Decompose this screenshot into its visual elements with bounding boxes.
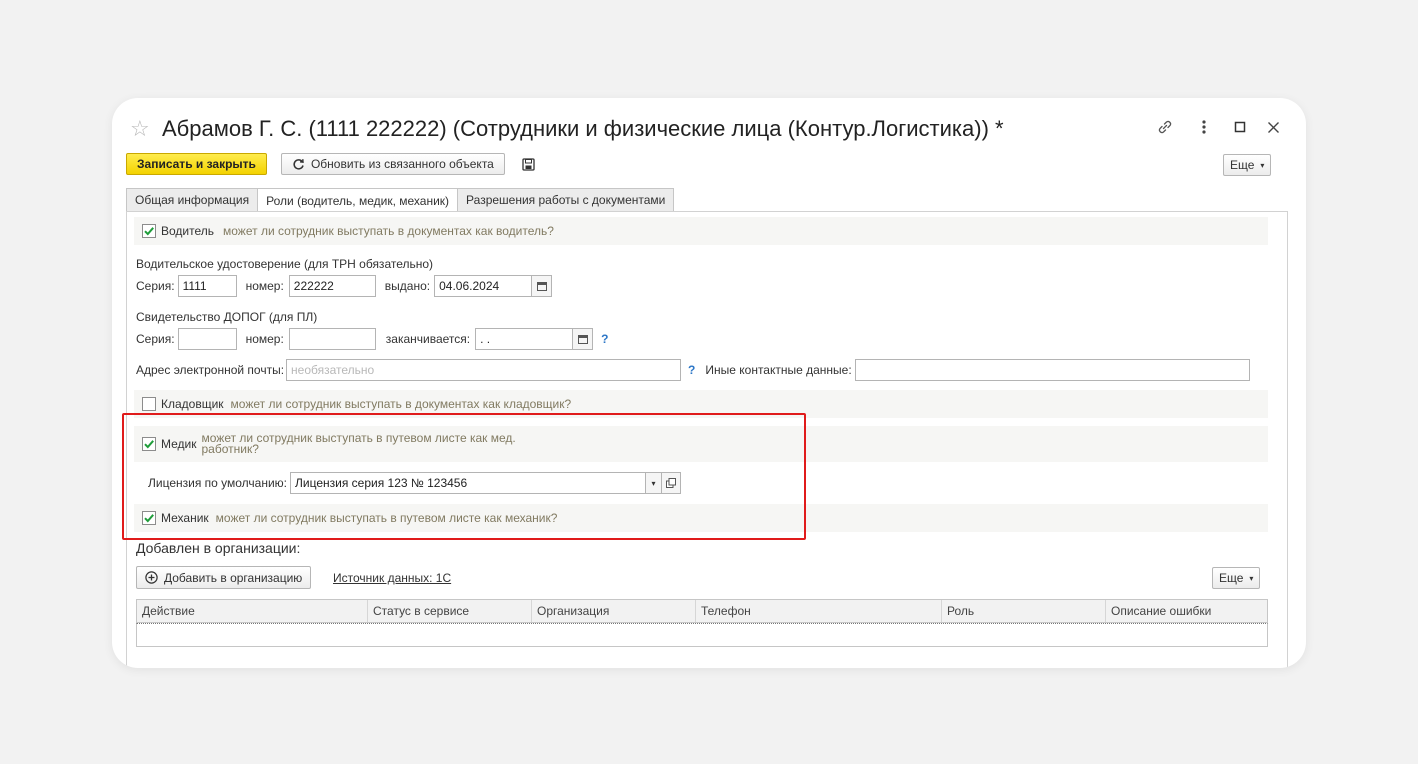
more-label: Еще: [1219, 571, 1244, 585]
column-header-role[interactable]: Роль: [942, 600, 1106, 622]
toolbar: Записать и закрыть Обновить из связанног…: [126, 152, 539, 176]
refresh-icon: [293, 158, 304, 170]
column-header-organization[interactable]: Организация: [532, 600, 696, 622]
refresh-from-linked-button[interactable]: Обновить из связанного объекта: [280, 153, 505, 175]
tab-general[interactable]: Общая информация: [126, 188, 259, 211]
organizations-table-body[interactable]: [136, 623, 1268, 647]
driver-hint: может ли сотрудник выступать в документа…: [223, 224, 554, 238]
adr-expires-input[interactable]: . .: [475, 328, 574, 350]
maximize-icon[interactable]: [1229, 116, 1251, 138]
license-series-input[interactable]: 1111: [177, 275, 237, 297]
calendar-icon[interactable]: [532, 275, 553, 297]
chevron-down-icon: ▾: [1249, 573, 1254, 583]
storekeeper-checkbox[interactable]: [142, 397, 156, 411]
adr-number-input[interactable]: [288, 328, 376, 350]
organizations-table-header: Действие Статус в сервисе Организация Те…: [136, 599, 1268, 623]
highlight-frame: [122, 413, 806, 540]
more-vertical-icon[interactable]: [1193, 116, 1215, 138]
close-icon[interactable]: [1262, 116, 1284, 138]
tab-bar: Общая информация Роли (водитель, медик, …: [126, 188, 675, 212]
adr-title: Свидетельство ДОПОГ (для ПЛ): [136, 310, 318, 324]
form-window: ☆ Абрамов Г. С. (1111 222222) (Сотрудник…: [112, 98, 1306, 668]
save-disk-icon[interactable]: [519, 154, 539, 174]
other-contacts-label: Иные контактные данные:: [705, 363, 852, 377]
save-and-close-button[interactable]: Записать и закрыть: [126, 153, 267, 175]
favorite-star-icon[interactable]: ☆: [130, 118, 156, 140]
column-header-phone[interactable]: Телефон: [696, 600, 942, 622]
plus-circle-icon: [145, 571, 158, 584]
organizations-title: Добавлен в организации:: [136, 540, 301, 556]
driver-checkbox[interactable]: [142, 224, 156, 238]
add-to-organization-label: Добавить в организацию: [164, 570, 303, 585]
adr-series-label: Серия:: [136, 332, 175, 346]
column-header-service-status[interactable]: Статус в сервисе: [368, 600, 532, 622]
license-issued-input[interactable]: 04.06.2024: [434, 275, 533, 297]
link-icon[interactable]: [1154, 116, 1176, 138]
license-series-label: Серия:: [136, 279, 175, 293]
license-title: Водительское удостоверение (для ТРН обяз…: [136, 257, 434, 271]
other-contacts-input[interactable]: [854, 359, 1250, 381]
license-issued-label: выдано:: [384, 279, 431, 293]
calendar-icon[interactable]: [573, 328, 594, 350]
title-bar: ☆ Абрамов Г. С. (1111 222222) (Сотрудник…: [130, 114, 1004, 144]
chevron-down-icon: ▾: [1260, 160, 1265, 170]
adr-number-label: номер:: [245, 332, 284, 346]
data-source-link[interactable]: Источник данных: 1С: [333, 571, 451, 585]
license-row: Серия: 1111 номер: 222222 выдано: 04.06.…: [136, 274, 553, 298]
more-label: Еще: [1230, 158, 1255, 172]
adr-row: Серия: номер: заканчивается: . . ?: [136, 327, 608, 351]
refresh-label: Обновить из связанного объекта: [310, 157, 494, 171]
adr-expires-label: заканчивается:: [385, 332, 471, 346]
column-header-error-description[interactable]: Описание ошибки: [1106, 600, 1267, 622]
driver-row: Водитель может ли сотрудник выступать в …: [134, 217, 1268, 245]
window-title: Абрамов Г. С. (1111 222222) (Сотрудники …: [162, 116, 1004, 141]
tab-roles[interactable]: Роли (водитель, медик, механик): [257, 188, 459, 212]
email-input[interactable]: необязательно: [286, 359, 682, 381]
tab-permissions[interactable]: Разрешения работы с документами: [457, 188, 675, 211]
more-button-organizations[interactable]: Еще ▾: [1212, 567, 1261, 589]
more-button-top[interactable]: Еще ▾: [1223, 154, 1272, 176]
checkmark-icon: [144, 227, 154, 236]
license-number-input[interactable]: 222222: [288, 275, 376, 297]
license-number-label: номер:: [245, 279, 284, 293]
email-help-icon[interactable]: ?: [688, 363, 695, 377]
driver-label: Водитель: [161, 224, 215, 238]
storekeeper-hint: может ли сотрудник выступать в документа…: [230, 397, 572, 411]
contacts-row: Адрес электронной почты: необязательно ?…: [136, 358, 1250, 382]
storekeeper-label: Кладовщик: [161, 397, 224, 411]
column-header-action[interactable]: Действие: [137, 600, 368, 622]
adr-help-icon[interactable]: ?: [601, 332, 608, 346]
add-to-organization-button[interactable]: Добавить в организацию: [136, 566, 312, 589]
email-label: Адрес электронной почты:: [136, 363, 285, 377]
adr-series-input[interactable]: [177, 328, 237, 350]
